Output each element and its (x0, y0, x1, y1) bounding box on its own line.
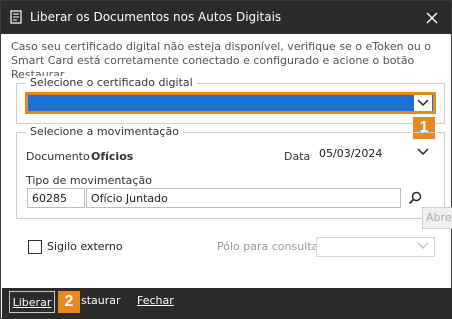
title-bar: Liberar os Documentos nos Autos Digitais (1, 1, 451, 34)
movement-legend: Selecione a movimentação (26, 125, 183, 138)
document-icon (10, 10, 22, 24)
liberar-button[interactable]: Liberar (9, 291, 55, 313)
certificate-select[interactable] (25, 92, 436, 114)
close-icon[interactable] (426, 12, 438, 24)
fechar-button[interactable]: Fechar (137, 294, 174, 307)
documento-value: Ofícios (91, 150, 134, 163)
date-select[interactable]: 05/03/2024 (315, 145, 433, 163)
search-button[interactable] (406, 189, 424, 207)
tipo-label: Tipo de movimentação (26, 174, 152, 187)
chevron-down-icon[interactable] (414, 95, 432, 111)
date-value: 05/03/2024 (319, 147, 383, 160)
restaurar-button[interactable]: staurar (81, 294, 121, 307)
data-label: Data (284, 150, 311, 163)
certificate-legend: Selecione o certificado digital (26, 76, 197, 89)
close-button[interactable] (421, 7, 443, 29)
polo-label: Pólo para consulta (217, 240, 319, 253)
search-icon[interactable] (408, 191, 422, 205)
chevron-down-icon[interactable] (417, 148, 429, 156)
annotation-badge-2: 2 (58, 291, 80, 313)
polo-select[interactable] (316, 237, 435, 257)
sigilo-checkbox[interactable] (28, 240, 42, 254)
chevron-down-icon[interactable] (417, 242, 429, 250)
documento-label: Documento (26, 150, 90, 163)
sigilo-label[interactable]: Sigilo externo (47, 240, 123, 253)
dialog-window: Liberar os Documentos nos Autos Digitais… (0, 0, 452, 319)
window-title: Liberar os Documentos nos Autos Digitais (30, 10, 282, 24)
tooltip: Abre (422, 207, 452, 229)
tipo-code-input[interactable]: 60285 (27, 188, 85, 208)
tipo-description-input[interactable]: Ofício Juntado (86, 188, 401, 208)
